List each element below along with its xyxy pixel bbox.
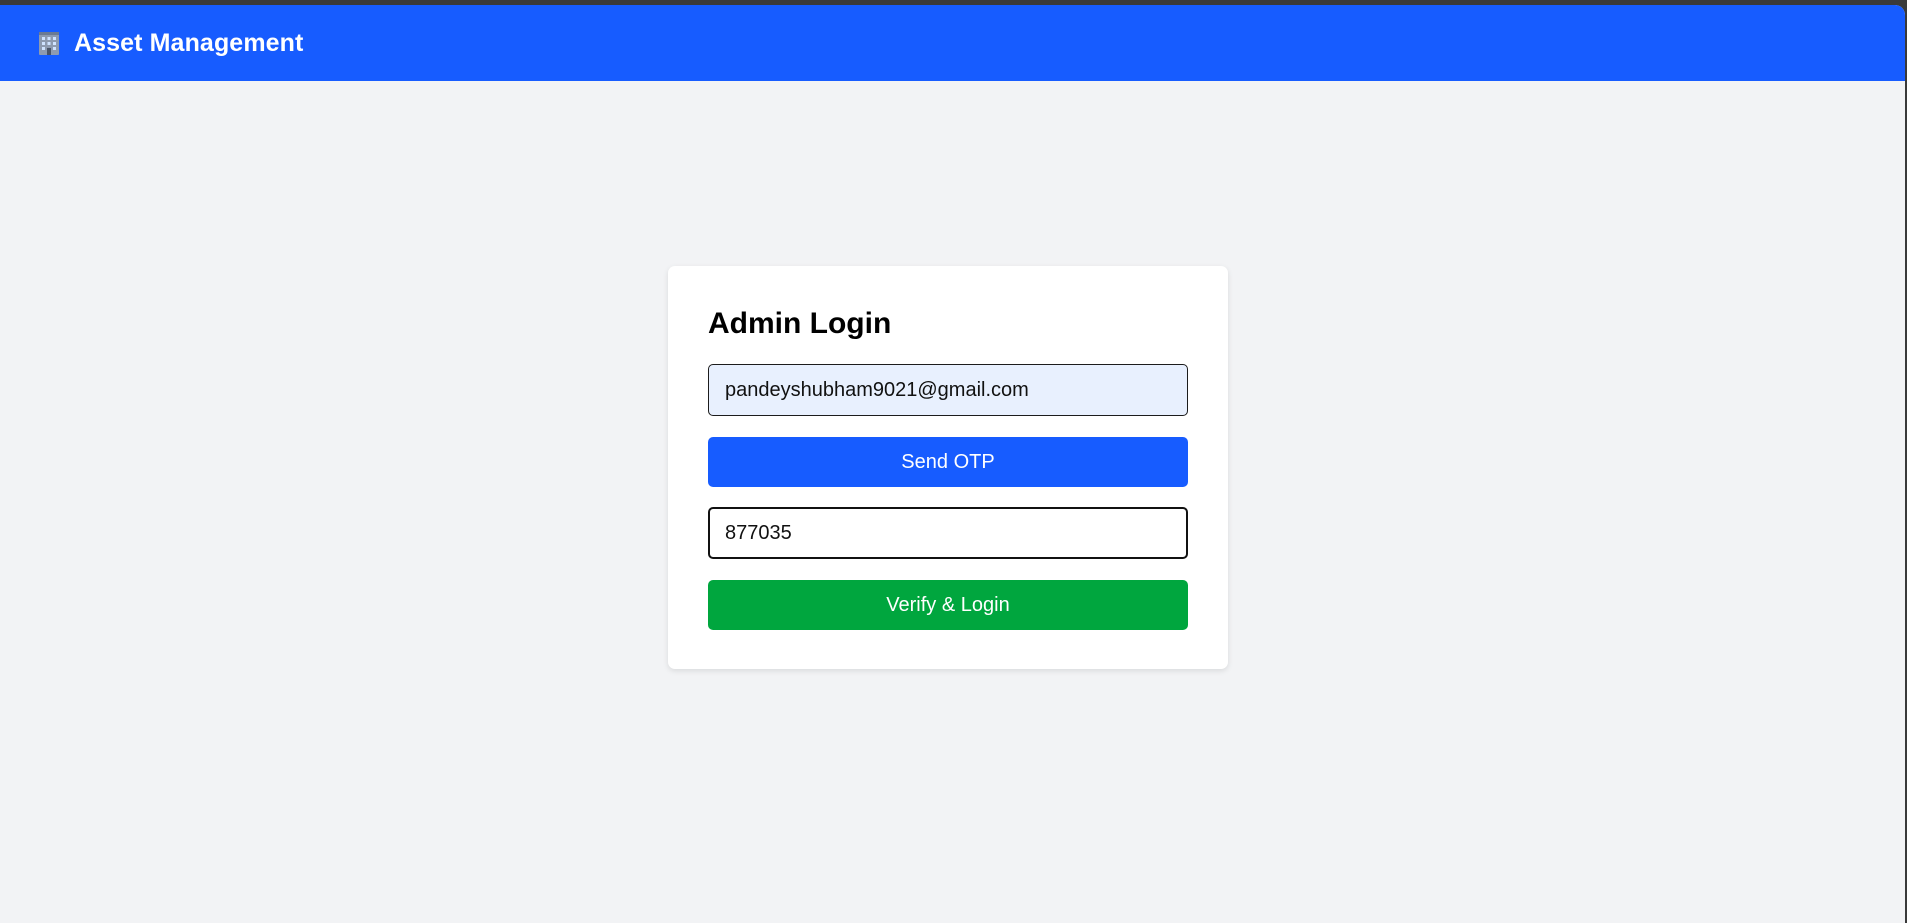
browser-viewport: Asset Management Admin Login Send OTP Ve… [0, 5, 1905, 923]
send-otp-button[interactable]: Send OTP [708, 437, 1188, 487]
app-header: Asset Management [0, 5, 1905, 81]
verify-login-button[interactable]: Verify & Login [708, 580, 1188, 630]
login-title: Admin Login [708, 307, 892, 340]
login-card: Admin Login Send OTP Verify & Login [668, 266, 1228, 669]
app-title: Asset Management [74, 28, 304, 57]
email-field[interactable] [708, 364, 1188, 416]
otp-field[interactable] [708, 507, 1188, 559]
office-building-icon [36, 30, 62, 56]
